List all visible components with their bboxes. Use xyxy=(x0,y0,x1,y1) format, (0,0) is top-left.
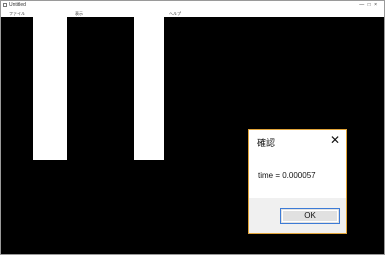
app-icon xyxy=(3,3,7,7)
window-title: Untitled xyxy=(9,2,26,8)
menu-item-help[interactable]: ヘルプ xyxy=(169,10,181,17)
confirm-dialog: 確認 ✕ time = 0.000057 OK xyxy=(248,129,347,234)
window-controls[interactable]: — □ × xyxy=(359,1,378,10)
white-bar-right xyxy=(134,17,164,160)
ok-button[interactable]: OK xyxy=(280,208,340,224)
dialog-footer: OK xyxy=(249,198,346,233)
menu-item-view[interactable]: 表示 xyxy=(75,10,83,17)
dialog-title: 確認 xyxy=(257,138,276,148)
menu-item-file[interactable]: ファイル xyxy=(9,10,25,17)
app-window: Untitled — □ × ファイル 表示 ヘルプ 確認 ✕ time = 0… xyxy=(0,0,385,255)
white-bar-left xyxy=(33,17,67,160)
dialog-body: time = 0.000057 xyxy=(249,152,346,198)
menu-bar: ファイル 表示 ヘルプ xyxy=(1,10,384,17)
close-icon[interactable]: ✕ xyxy=(329,134,341,146)
dialog-message: time = 0.000057 xyxy=(258,171,316,180)
title-bar[interactable]: Untitled — □ × xyxy=(1,1,384,10)
